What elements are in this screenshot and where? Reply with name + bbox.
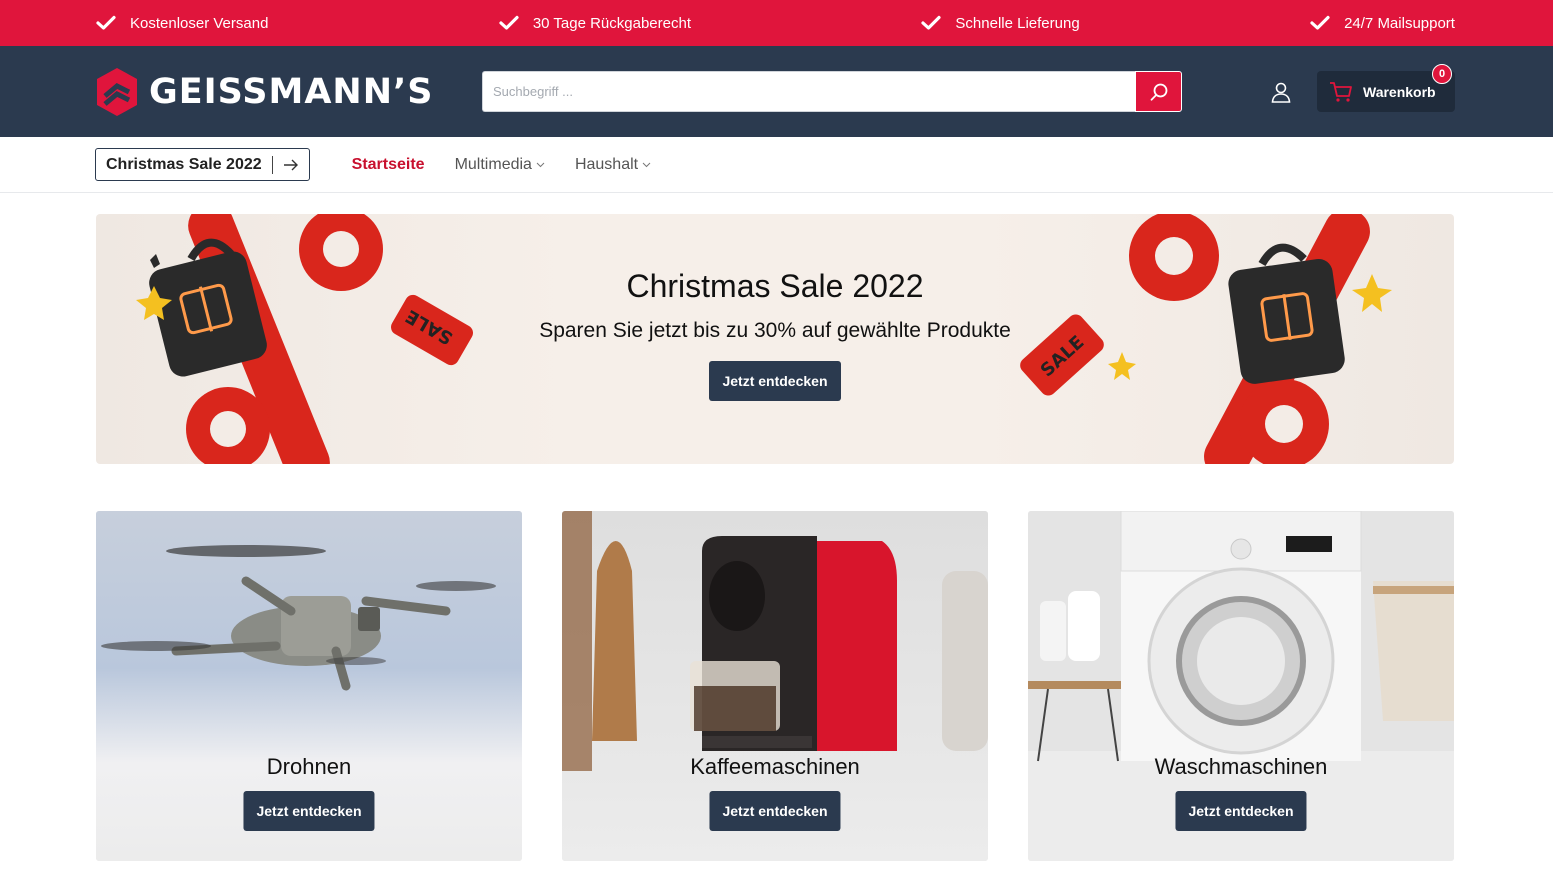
logo-mark-icon <box>97 67 137 116</box>
arrow-right-icon <box>283 159 298 170</box>
search-button[interactable] <box>1135 71 1182 112</box>
nav-item-label: Haushalt <box>574 155 639 173</box>
nav-item-label: Startseite <box>351 155 425 173</box>
category-card-drohnen[interactable]: Drohnen Jetzt entdecken <box>96 511 522 861</box>
category-title: Kaffeemaschinen <box>690 754 860 779</box>
cart-label: Warenkorb <box>1363 83 1436 100</box>
category-card-kaffeemaschinen[interactable]: Kaffeemaschinen Jetzt entdecken <box>562 511 988 861</box>
main-nav: Christmas Sale 2022 Startseite Multimedi… <box>0 137 1553 193</box>
category-cta-button[interactable]: Jetzt entdecken <box>709 791 841 831</box>
search-bar <box>482 71 1182 112</box>
check-icon <box>1310 15 1330 30</box>
usp-label: 24/7 Mailsupport <box>1344 14 1455 32</box>
category-cta-button[interactable]: Jetzt entdecken <box>1175 791 1307 831</box>
sale-percent-art-right: SALE <box>1020 214 1392 464</box>
divider <box>271 155 273 174</box>
category-cta-button[interactable]: Jetzt entdecken <box>243 791 375 831</box>
nav-item-label: Multimedia <box>454 155 532 173</box>
christmas-sale-link[interactable]: Christmas Sale 2022 <box>95 148 310 181</box>
site-header: GEISSMANN’S Warenkorb 0 <box>0 46 1553 137</box>
chevron-down-icon <box>642 162 651 167</box>
usp-label: 30 Tage Rückgaberecht <box>532 14 691 32</box>
usp-item: Schnelle Lieferung <box>921 14 1080 32</box>
christmas-sale-label: Christmas Sale 2022 <box>106 155 262 173</box>
category-card-waschmaschinen[interactable]: Waschmaschinen Jetzt entdecken <box>1028 511 1454 861</box>
logo-text: GEISSMANN’S <box>149 71 434 112</box>
hero-cta-button[interactable]: Jetzt entdecken <box>709 361 841 401</box>
check-icon <box>921 15 942 30</box>
usp-item: Kostenloser Versand <box>96 15 268 32</box>
chevron-down-icon <box>536 162 545 167</box>
check-icon <box>499 15 519 30</box>
usp-label: Kostenloser Versand <box>130 14 269 32</box>
cart-count-badge: 0 <box>1432 64 1452 84</box>
check-icon <box>96 15 116 30</box>
hero-banner: SALE Christmas Sale 2022 Sparen Sie jetz… <box>96 214 1454 464</box>
header-actions: Warenkorb 0 <box>1269 64 1455 112</box>
nav-item-startseite[interactable]: Startseite <box>352 156 425 174</box>
nav-item-haushalt[interactable]: Haushalt <box>575 156 651 174</box>
usp-item: 30 Tage Rückgaberecht <box>499 15 691 32</box>
usp-label: Schnelle Lieferung <box>955 14 1080 32</box>
category-title: Waschmaschinen <box>1154 754 1328 779</box>
usp-item: 24/7 Mailsupport <box>1310 15 1455 32</box>
category-title: Drohnen <box>266 754 352 779</box>
usp-bar: Kostenloser Versand 30 Tage Rückgaberech… <box>0 0 1553 46</box>
search-icon <box>1150 83 1167 101</box>
user-icon[interactable] <box>1269 80 1293 104</box>
logo[interactable]: GEISSMANN’S <box>95 66 482 118</box>
cart-icon <box>1330 81 1352 102</box>
cart-button[interactable]: Warenkorb 0 <box>1317 64 1455 112</box>
nav-item-multimedia[interactable]: Multimedia <box>455 156 545 174</box>
search-input[interactable] <box>482 71 1135 112</box>
